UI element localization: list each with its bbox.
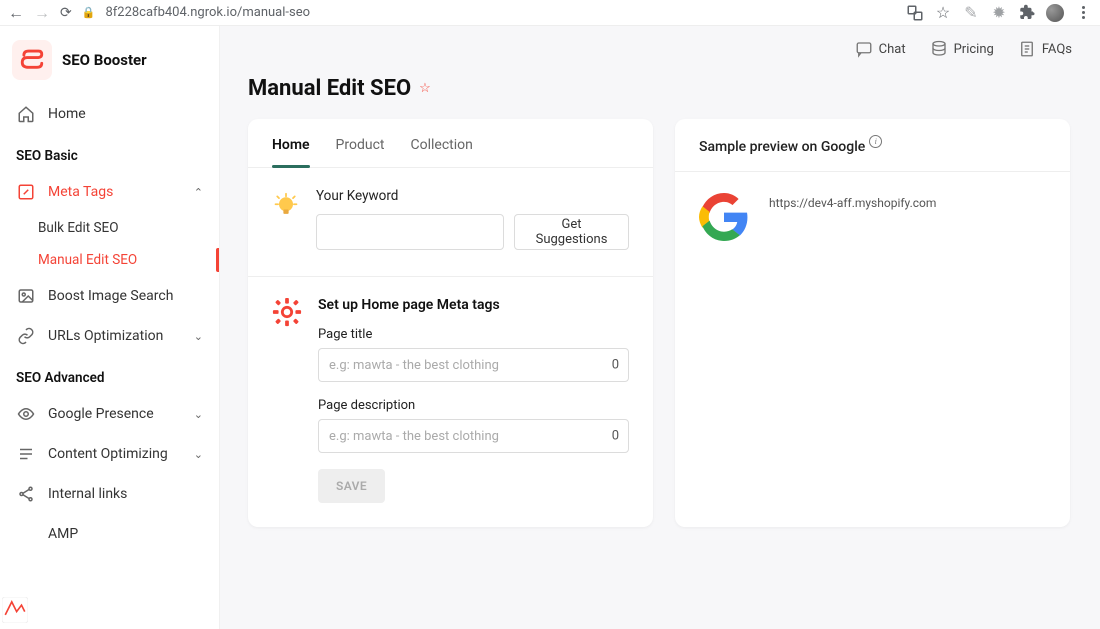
database-icon bbox=[930, 40, 948, 58]
meta-section-heading: Set up Home page Meta tags bbox=[318, 297, 629, 313]
page-desc-input[interactable] bbox=[318, 419, 629, 453]
sidebar-item-label: Internal links bbox=[48, 486, 127, 502]
laravel-badge-icon[interactable] bbox=[2, 597, 28, 623]
preview-heading: Sample preview on Google bbox=[699, 139, 865, 155]
keyword-input[interactable] bbox=[316, 214, 504, 250]
logo-row: SEO Booster bbox=[0, 40, 219, 94]
browser-toolbar: ← → ⟳ 🔒 8f228cafb404.ngrok.io/manual-seo… bbox=[0, 0, 1100, 26]
sidebar-item-urls-opt[interactable]: URLs Optimization ⌄ bbox=[0, 316, 219, 356]
sidebar-item-label: Boost Image Search bbox=[48, 288, 173, 304]
sidebar-section-advanced: SEO Advanced bbox=[0, 356, 219, 394]
tab-home[interactable]: Home bbox=[272, 137, 310, 167]
forward-button[interactable]: → bbox=[34, 3, 50, 23]
sidebar-item-google-presence[interactable]: Google Presence ⌄ bbox=[0, 394, 219, 434]
sidebar-item-label: URLs Optimization bbox=[48, 328, 163, 344]
top-link-label: FAQs bbox=[1042, 42, 1072, 57]
back-button[interactable]: ← bbox=[8, 3, 24, 23]
page-title: Manual Edit SEO bbox=[248, 76, 411, 101]
sidebar-item-internal-links[interactable]: Internal links bbox=[0, 474, 219, 514]
page-heading: Manual Edit SEO ☆ bbox=[248, 68, 1072, 119]
page-desc-label: Page description bbox=[318, 398, 629, 413]
top-link-label: Pricing bbox=[954, 42, 994, 57]
chevron-down-icon: ⌄ bbox=[194, 448, 203, 461]
google-logo-icon bbox=[699, 192, 749, 242]
edit-card: Home Product Collection Your Keyword Get… bbox=[248, 119, 653, 527]
tabs: Home Product Collection bbox=[248, 119, 653, 168]
favorite-star-icon[interactable]: ☆ bbox=[419, 81, 431, 96]
home-icon bbox=[16, 104, 36, 124]
sidebar-item-label: Home bbox=[48, 106, 86, 122]
tab-product[interactable]: Product bbox=[336, 137, 385, 167]
gear-icon bbox=[272, 297, 302, 327]
bookmark-star-icon[interactable]: ☆ bbox=[934, 4, 952, 22]
app-logo-icon bbox=[12, 40, 52, 80]
lightbulb-icon bbox=[272, 192, 300, 220]
chat-link[interactable]: Chat bbox=[855, 40, 906, 58]
sidebar-section-basic: SEO Basic bbox=[0, 134, 219, 172]
chevron-down-icon: ⌄ bbox=[194, 408, 203, 421]
get-suggestions-button[interactable]: Get Suggestions bbox=[514, 214, 629, 250]
top-actions: Chat Pricing FAQs bbox=[248, 26, 1072, 68]
pencil-icon[interactable]: ✎ bbox=[962, 4, 980, 22]
keyword-label: Your Keyword bbox=[316, 188, 629, 204]
top-link-label: Chat bbox=[879, 42, 906, 57]
sidebar-item-home[interactable]: Home bbox=[0, 94, 219, 134]
preview-card: Sample preview on Google i https://dev4-… bbox=[675, 119, 1070, 527]
sidebar-item-label: Google Presence bbox=[48, 406, 154, 422]
faqs-link[interactable]: FAQs bbox=[1018, 40, 1072, 58]
sidebar-item-boost-image[interactable]: Boost Image Search bbox=[0, 276, 219, 316]
page-title-input[interactable] bbox=[318, 348, 629, 382]
sidebar-sub-manual-edit[interactable]: Manual Edit SEO bbox=[0, 244, 219, 276]
list-icon bbox=[16, 444, 36, 464]
brand-name: SEO Booster bbox=[62, 51, 147, 69]
kebab-menu-icon[interactable] bbox=[1074, 4, 1092, 22]
sidebar-item-amp[interactable]: AMP bbox=[0, 514, 219, 554]
sidebar-item-content-opt[interactable]: Content Optimizing ⌄ bbox=[0, 434, 219, 474]
chevron-down-icon: ⌄ bbox=[194, 330, 203, 343]
sidebar-sub-bulk-edit[interactable]: Bulk Edit SEO bbox=[0, 212, 219, 244]
share-icon bbox=[16, 484, 36, 504]
sidebar-item-label: AMP bbox=[48, 526, 78, 542]
reload-button[interactable]: ⟳ bbox=[60, 5, 72, 21]
translate-icon[interactable] bbox=[906, 4, 924, 22]
image-icon bbox=[16, 286, 36, 306]
main-content: Chat Pricing FAQs Manual Edit SEO ☆ Home… bbox=[220, 26, 1100, 629]
chevron-up-icon: ⌃ bbox=[194, 186, 203, 199]
profile-avatar[interactable] bbox=[1046, 4, 1064, 22]
lock-icon: 🔒 bbox=[82, 6, 96, 19]
page-title-label: Page title bbox=[318, 327, 629, 342]
address-bar-url[interactable]: 8f228cafb404.ngrok.io/manual-seo bbox=[105, 5, 310, 20]
save-button[interactable]: SAVE bbox=[318, 469, 385, 503]
page-desc-char-count: 0 bbox=[612, 429, 619, 444]
sidebar: SEO Booster Home SEO Basic Meta Tags ⌃ B… bbox=[0, 26, 220, 629]
tab-collection[interactable]: Collection bbox=[410, 137, 472, 167]
sidebar-item-label: Content Optimizing bbox=[48, 446, 168, 462]
chat-icon bbox=[855, 40, 873, 58]
pricing-link[interactable]: Pricing bbox=[930, 40, 994, 58]
link-icon bbox=[16, 326, 36, 346]
eye-icon bbox=[16, 404, 36, 424]
virus-icon[interactable]: ✹ bbox=[990, 4, 1008, 22]
extensions-icon[interactable] bbox=[1018, 4, 1036, 22]
document-icon bbox=[1018, 40, 1036, 58]
preview-site-url: https://dev4-aff.myshopify.com bbox=[769, 192, 936, 210]
info-icon[interactable]: i bbox=[869, 135, 882, 148]
sidebar-item-meta-tags[interactable]: Meta Tags ⌃ bbox=[0, 172, 219, 212]
edit-icon bbox=[16, 182, 36, 202]
page-title-char-count: 0 bbox=[612, 358, 619, 373]
sidebar-item-label: Meta Tags bbox=[48, 184, 113, 200]
